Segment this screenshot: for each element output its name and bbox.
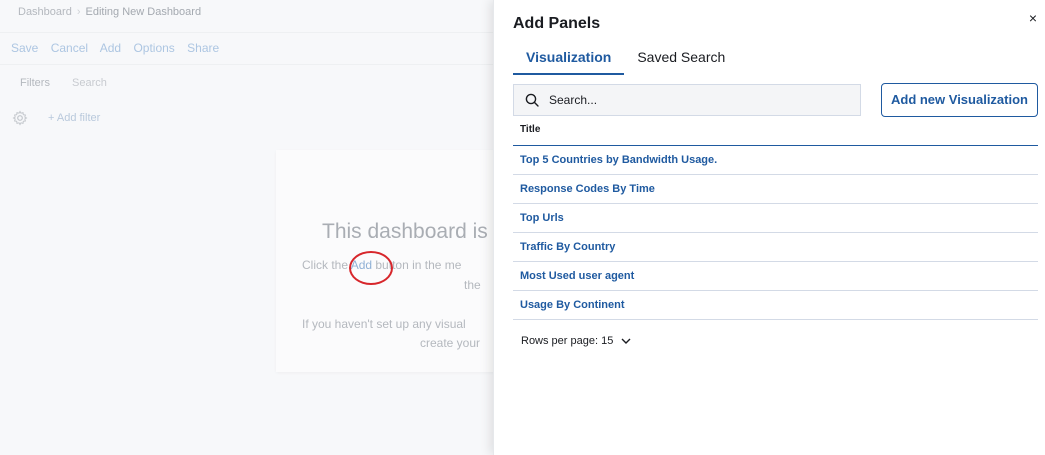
row-link[interactable]: Top 5 Countries by Bandwidth Usage. — [520, 154, 717, 166]
rows-per-page-label: Rows per page: 15 — [521, 335, 614, 347]
add-new-visualization-button[interactable]: Add new Visualization — [881, 83, 1038, 117]
table-row: Most Used user agent — [513, 262, 1038, 291]
results-table: Top 5 Countries by Bandwidth Usage. Resp… — [513, 146, 1038, 320]
tab-saved-search[interactable]: Saved Search — [624, 45, 738, 75]
empty-state-line2: the — [464, 278, 481, 292]
table-row: Traffic By Country — [513, 233, 1038, 262]
search-field[interactable] — [513, 84, 861, 116]
empty-state-line3: If you haven't set up any visual — [302, 317, 466, 331]
rows-per-page-selector[interactable]: Rows per page: 15 — [521, 335, 632, 347]
row-link[interactable]: Traffic By Country — [520, 241, 615, 253]
row-link[interactable]: Response Codes By Time — [520, 183, 655, 195]
table-row: Top Urls — [513, 204, 1038, 233]
empty-state: This dashboard is Click the Add button i… — [0, 0, 493, 455]
column-header-title[interactable]: Title — [513, 124, 1038, 146]
table-row: Top 5 Countries by Bandwidth Usage. — [513, 146, 1038, 175]
table-row: Usage By Continent — [513, 291, 1038, 320]
tabs: Visualization Saved Search — [513, 45, 738, 75]
screen: Dashboard › Editing New Dashboard Save Can… — [0, 0, 1045, 455]
add-panels-flyout: Add Panels × Visualization Saved Search … — [493, 0, 1045, 455]
annotation-circle — [349, 251, 393, 285]
chevron-down-icon — [621, 338, 631, 344]
table-row: Response Codes By Time — [513, 175, 1038, 204]
close-icon[interactable]: × — [1024, 9, 1042, 27]
empty-state-text: Click the — [302, 258, 351, 272]
empty-state-title: This dashboard is — [322, 220, 488, 243]
row-link[interactable]: Top Urls — [520, 212, 564, 224]
search-input[interactable] — [549, 93, 839, 107]
search-icon — [525, 93, 539, 107]
row-link[interactable]: Most Used user agent — [520, 270, 634, 282]
row-link[interactable]: Usage By Continent — [520, 299, 625, 311]
empty-state-line4: create your — [420, 336, 481, 350]
tab-visualization[interactable]: Visualization — [513, 45, 625, 75]
flyout-title: Add Panels — [513, 15, 601, 32]
